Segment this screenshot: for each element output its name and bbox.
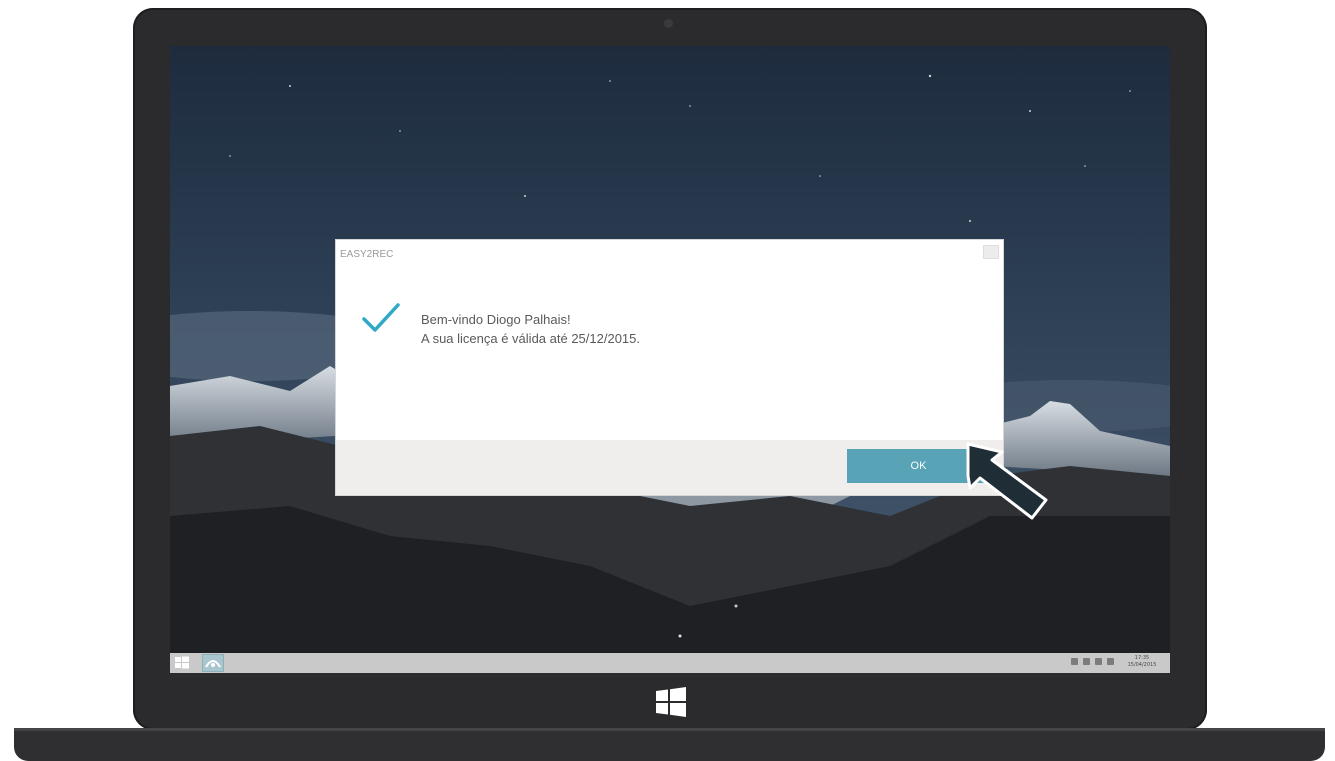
clock-date: 15/04/2015 (1127, 662, 1157, 668)
laptop-hinge (14, 728, 1325, 731)
dialog-title: EASY2REC (340, 249, 394, 260)
network-icon[interactable] (1083, 658, 1090, 665)
flag-icon[interactable] (1107, 658, 1114, 665)
windows-logo-icon (656, 687, 686, 717)
arrow-pointer-icon (966, 442, 1048, 520)
taskbar-app-easy2rec[interactable] (202, 654, 224, 672)
taskbar-clock[interactable]: 17:35 15/04/2015 (1120, 655, 1164, 669)
volume-icon[interactable] (1095, 658, 1102, 665)
easy2rec-app-icon (205, 660, 221, 668)
welcome-text: Bem-vindo Diogo Palhais! (421, 312, 571, 327)
close-button[interactable] (983, 245, 999, 259)
taskbar: 17:35 15/04/2015 (170, 653, 1170, 673)
dialog-message: Bem-vindo Diogo Palhais! A sua licença é… (421, 310, 640, 348)
license-dialog: EASY2REC Bem-vindo Diogo Palhais! A sua … (336, 240, 1003, 495)
tray-chevron-icon[interactable] (1071, 658, 1078, 665)
laptop-base (14, 728, 1325, 761)
dialog-footer: OK (336, 440, 1003, 495)
checkmark-icon (362, 303, 400, 332)
clock-time: 17:35 (1134, 655, 1150, 661)
license-validity-text: A sua licença é válida até 25/12/2015. (421, 331, 640, 346)
webcam (664, 19, 673, 28)
windows-logo-icon[interactable] (175, 656, 189, 670)
system-tray (1071, 658, 1114, 665)
